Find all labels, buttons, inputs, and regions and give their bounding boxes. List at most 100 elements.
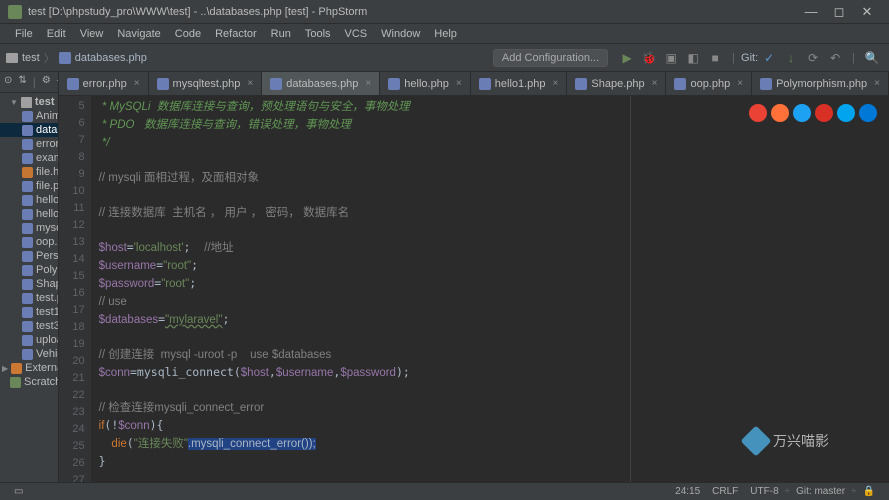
- close-icon[interactable]: ×: [134, 78, 140, 89]
- ie-icon[interactable]: [837, 104, 855, 122]
- git-revert-icon[interactable]: ↶: [827, 51, 843, 65]
- close-icon[interactable]: ×: [456, 78, 462, 89]
- editor-tab[interactable]: hello.php×: [380, 72, 471, 95]
- close-icon[interactable]: ×: [874, 78, 880, 89]
- php-file-icon: [388, 78, 400, 90]
- tree-item[interactable]: Polymor: [0, 263, 58, 277]
- tree-item[interactable]: file.html: [0, 165, 58, 179]
- search-icon[interactable]: 🔍: [864, 51, 880, 65]
- git-commit-icon[interactable]: ↓: [783, 51, 799, 65]
- file-icon: [22, 181, 33, 192]
- file-icon: [22, 153, 33, 164]
- nav-toolbar: test 〉 databases.php Add Configuration..…: [0, 44, 889, 72]
- gear-icon[interactable]: ⚙: [42, 75, 51, 89]
- git-branch[interactable]: Git: master: [796, 486, 845, 497]
- sidebar-header: ⊙ ⇅ | ⚙ —: [0, 72, 58, 93]
- editor-content: 5678910111213141516171819202122232425262…: [59, 96, 889, 482]
- tree-item[interactable]: hello.php: [0, 193, 58, 207]
- close-icon[interactable]: ×: [247, 78, 253, 89]
- git-update-icon[interactable]: ✓: [761, 51, 777, 65]
- tree-item[interactable]: upload.p: [0, 333, 58, 347]
- file-icon: [22, 237, 33, 248]
- minimize-button[interactable]: —: [797, 4, 825, 19]
- php-file-icon: [157, 78, 169, 90]
- close-icon[interactable]: ×: [365, 78, 371, 89]
- menu-code[interactable]: Code: [168, 28, 208, 40]
- editor-tab[interactable]: Shape.php×: [567, 72, 666, 95]
- file-icon: [22, 209, 33, 220]
- menu-window[interactable]: Window: [374, 28, 427, 40]
- editor-tab[interactable]: Polymorphism.php×: [752, 72, 889, 95]
- select-opened-icon[interactable]: ⊙: [4, 75, 12, 89]
- tree-item[interactable]: Animal.p: [0, 109, 58, 123]
- breadcrumb-folder[interactable]: test: [22, 52, 40, 64]
- opera-icon[interactable]: [815, 104, 833, 122]
- editor-tab[interactable]: error.php×: [59, 72, 149, 95]
- menu-refactor[interactable]: Refactor: [208, 28, 264, 40]
- gutter: 5678910111213141516171819202122232425262…: [59, 96, 91, 482]
- tree-item[interactable]: Vehicle.p: [0, 347, 58, 361]
- close-icon[interactable]: ×: [652, 78, 658, 89]
- editor-tab[interactable]: oop.php×: [666, 72, 752, 95]
- app-icon: [8, 5, 22, 19]
- editor-tab[interactable]: hello1.php×: [471, 72, 568, 95]
- tree-scratches[interactable]: Scratches an: [0, 375, 58, 389]
- menu-vcs[interactable]: VCS: [338, 28, 375, 40]
- tree-item[interactable]: database: [0, 123, 58, 137]
- tree-item[interactable]: oop.php: [0, 235, 58, 249]
- php-file-icon: [674, 78, 686, 90]
- safari-icon[interactable]: [793, 104, 811, 122]
- tree-item[interactable]: mysqltes: [0, 221, 58, 235]
- menu-tools[interactable]: Tools: [298, 28, 338, 40]
- lock-icon[interactable]: 🔒: [863, 486, 875, 497]
- editor-tab[interactable]: mysqltest.php×: [149, 72, 263, 95]
- code-area[interactable]: * MySQLi 数据库连接与查询，预处理语句与安全，事物处理 * PDO 数据…: [91, 96, 631, 482]
- file-icon: [22, 293, 33, 304]
- menu-edit[interactable]: Edit: [40, 28, 73, 40]
- menu-bar: FileEditViewNavigateCodeRefactorRunTools…: [0, 24, 889, 44]
- menu-help[interactable]: Help: [427, 28, 464, 40]
- tree-root[interactable]: ▼ test D:\php: [0, 95, 58, 109]
- editor-tab[interactable]: databases.php×: [262, 72, 380, 95]
- line-separator[interactable]: CRLF: [712, 486, 738, 497]
- edge-icon[interactable]: [859, 104, 877, 122]
- profile-icon[interactable]: ◧: [685, 51, 701, 65]
- tree-item[interactable]: error.php: [0, 137, 58, 151]
- coverage-icon[interactable]: ▣: [663, 51, 679, 65]
- maximize-button[interactable]: ◻: [825, 4, 853, 20]
- tree-item[interactable]: file.php: [0, 179, 58, 193]
- tree-item[interactable]: example.: [0, 151, 58, 165]
- expand-icon[interactable]: ⇅: [18, 75, 26, 89]
- stop-icon[interactable]: ■: [707, 51, 723, 65]
- menu-run[interactable]: Run: [264, 28, 298, 40]
- tree-item[interactable]: test.php: [0, 291, 58, 305]
- menu-navigate[interactable]: Navigate: [110, 28, 167, 40]
- firefox-icon[interactable]: [771, 104, 789, 122]
- close-icon[interactable]: ×: [737, 78, 743, 89]
- php-file-icon: [479, 78, 491, 90]
- tree-item[interactable]: Person.p: [0, 249, 58, 263]
- tree-item[interactable]: hello1.ph: [0, 207, 58, 221]
- status-indicator-icon[interactable]: ▭: [14, 486, 23, 497]
- encoding[interactable]: UTF-8: [750, 486, 778, 497]
- menu-view[interactable]: View: [73, 28, 111, 40]
- editor-area: error.php×mysqltest.php×databases.php×he…: [59, 72, 889, 482]
- close-icon[interactable]: ×: [553, 78, 559, 89]
- debug-icon[interactable]: 🐞: [641, 51, 657, 65]
- file-icon: [22, 167, 33, 178]
- chrome-icon[interactable]: [749, 104, 767, 122]
- git-history-icon[interactable]: ⟳: [805, 51, 821, 65]
- cursor-position[interactable]: 24:15: [675, 486, 700, 497]
- run-icon[interactable]: ▶: [619, 51, 635, 65]
- menu-file[interactable]: File: [8, 28, 40, 40]
- tree-external-libs[interactable]: ▶External Libr: [0, 361, 58, 375]
- add-configuration-button[interactable]: Add Configuration...: [493, 49, 608, 67]
- browser-toolbar: [749, 104, 877, 122]
- tree-item[interactable]: Shape.ph: [0, 277, 58, 291]
- tree-item[interactable]: test1.ph: [0, 305, 58, 319]
- project-sidebar: ⊙ ⇅ | ⚙ — ▼ test D:\php Animal.pdatabase…: [0, 72, 59, 482]
- close-button[interactable]: ✕: [853, 4, 881, 20]
- git-label: Git:: [741, 52, 758, 64]
- breadcrumb-file[interactable]: databases.php: [75, 52, 147, 64]
- tree-item[interactable]: test3.ph: [0, 319, 58, 333]
